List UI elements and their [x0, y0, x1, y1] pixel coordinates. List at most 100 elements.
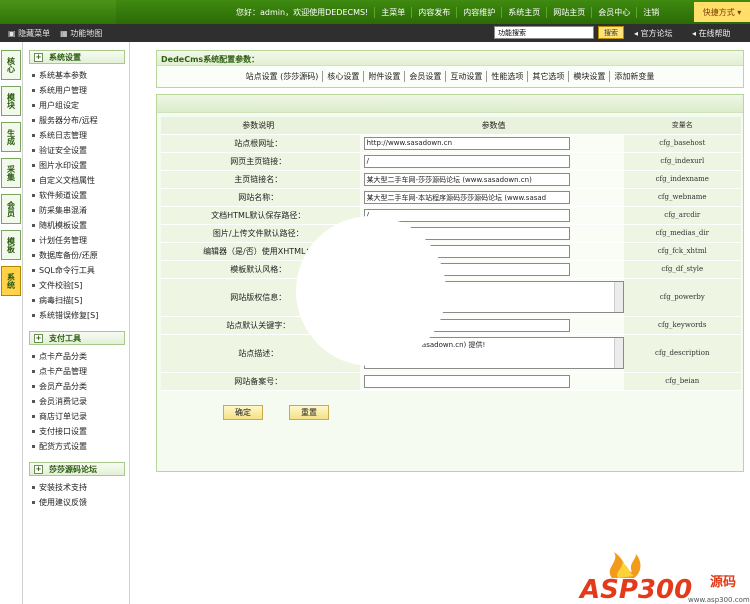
sidebar-item[interactable]: 防采集串混淆 — [23, 203, 129, 218]
expand-icon: + — [34, 52, 43, 62]
sidebar-item-label: 验证安全设置 — [39, 146, 87, 155]
sidebar-item[interactable]: 系统基本参数 — [23, 68, 129, 83]
nav-system-home[interactable]: 系统主页 — [501, 6, 546, 18]
sidebar-item[interactable]: 验证安全设置 — [23, 143, 129, 158]
param-input[interactable]: 某大型二手车网-莎莎源码论坛 (www.sasadown.cn) — [363, 172, 570, 186]
bullet-icon — [32, 370, 35, 373]
bullet-icon — [32, 385, 35, 388]
param-label: 网站名称： — [161, 188, 360, 207]
tab-collect[interactable]: 采集 — [1, 158, 21, 188]
forum-link[interactable]: ◂ 官方论坛 — [634, 28, 673, 39]
watermark-logo: ASP300 源码 www.asp300.com — [574, 548, 750, 604]
config-tab-other[interactable]: 其它选项 — [527, 71, 568, 82]
nav-content-maintain[interactable]: 内容维护 — [456, 6, 501, 18]
search-button[interactable]: 搜索 — [598, 26, 624, 39]
sidebar-item[interactable]: 计划任务管理 — [23, 233, 129, 248]
param-input[interactable] — [363, 374, 570, 388]
scrollbar[interactable] — [613, 338, 623, 368]
bullet-icon — [32, 486, 35, 489]
watermark-suffix: 源码 — [710, 574, 736, 590]
header-value: 参数值 — [359, 117, 624, 135]
tab-core[interactable]: 核心 — [1, 50, 21, 80]
section-payment-tools[interactable]: + 支付工具 — [29, 331, 125, 345]
nav-content-publish[interactable]: 内容发布 — [411, 6, 456, 18]
top-header: 您好：admin，欢迎使用DEDECMS! 主菜单 内容发布 内容维护 系统主页… — [0, 0, 750, 24]
sidebar-item[interactable]: 使用建议反馈 — [23, 495, 129, 510]
reset-button[interactable]: 重置 — [289, 405, 329, 420]
table-row: 模板默认风格： cfg_df_style — [161, 260, 741, 279]
param-variable: cfg_description — [623, 334, 741, 373]
tab-member[interactable]: 会员 — [1, 194, 21, 224]
sidebar-item[interactable]: 商店订单记录 — [23, 409, 129, 424]
config-title: DedeCms系统配置参数： — [157, 51, 743, 66]
config-tab-add-variable[interactable]: 添加新变量 — [609, 71, 658, 82]
tab-template[interactable]: 模板 — [1, 230, 21, 260]
form-buttons: 确定 重置 — [223, 405, 329, 420]
sidebar-item[interactable]: 系统错误修复[S] — [23, 308, 129, 323]
param-value-text: http://www.sasadown.cn — [366, 138, 453, 147]
sidebar-item-label: 用户组设定 — [39, 101, 79, 110]
config-tab-attachment[interactable]: 附件设置 — [363, 71, 404, 82]
param-input[interactable]: 某大型二手车网-本站程序源码莎莎源码论坛 (www.sasad — [363, 190, 570, 204]
tab-modules[interactable]: 模块 — [1, 86, 21, 116]
watermark-text: ASP300 — [578, 575, 692, 604]
config-tab-member[interactable]: 会员设置 — [404, 71, 445, 82]
param-input[interactable]: / — [363, 154, 570, 168]
scrollbar[interactable] — [613, 282, 623, 312]
sidebar-item[interactable]: 随机模板设置 — [23, 218, 129, 233]
sidebar-item[interactable]: 点卡产品管理 — [23, 364, 129, 379]
sidebar-item[interactable]: 用户组设定 — [23, 98, 129, 113]
sidebar-item[interactable]: 系统用户管理 — [23, 83, 129, 98]
sidebar: + 系统设置 系统基本参数 系统用户管理用户组设定服务器分布/远程系统日志管理 验证安… — [22, 42, 130, 604]
function-map-link[interactable]: ▦ 功能地图 — [60, 28, 102, 39]
config-tab-performance[interactable]: 性能选项 — [486, 71, 527, 82]
help-link[interactable]: ◂ 在线帮助 — [692, 28, 731, 39]
search-input[interactable]: 功能搜索 — [494, 26, 594, 39]
nav-member-center[interactable]: 会员中心 — [591, 6, 636, 18]
tab-system[interactable]: 系统 — [1, 266, 21, 296]
section-forum[interactable]: + 莎莎源码论坛 — [29, 462, 125, 476]
sidebar-item[interactable]: SQL命令行工具 — [23, 263, 129, 278]
confirm-button[interactable]: 确定 — [223, 405, 263, 420]
config-tab-modules[interactable]: 模块设置 — [568, 71, 609, 82]
tab-generate[interactable]: 生成 — [1, 122, 21, 152]
sidebar-item[interactable]: 支付接口设置 — [23, 424, 129, 439]
expand-icon: + — [34, 333, 43, 343]
sidebar-item[interactable]: 软件频道设置 — [23, 188, 129, 203]
config-tab-core[interactable]: 核心设置 — [322, 71, 363, 82]
main-content: DedeCms系统配置参数： 站点设置 (莎莎源码) 核心设置 附件设置 会员设… — [130, 42, 750, 604]
sidebar-item-label: 系统日志管理 — [39, 131, 87, 140]
quick-menu-button[interactable]: 快捷方式 ▾ — [694, 2, 750, 22]
bullet-icon — [32, 254, 35, 257]
sidebar-item[interactable]: 点卡产品分类 — [23, 349, 129, 364]
sidebar-item[interactable]: 病毒扫描[S] — [23, 293, 129, 308]
sidebar-item-label: 图片水印设置 — [39, 161, 87, 170]
sidebar-item[interactable]: 配货方式设置 — [23, 439, 129, 454]
param-variable: cfg_beian — [623, 372, 741, 391]
sidebar-item-label: 商店订单记录 — [39, 412, 87, 421]
sidebar-item[interactable]: 服务器分布/远程 — [23, 113, 129, 128]
param-input[interactable]: http://www.sasadown.cn — [363, 136, 570, 150]
nav-main-menu[interactable]: 主菜单 — [374, 6, 411, 18]
sidebar-item-label: 计划任务管理 — [39, 236, 87, 245]
config-tab-interaction[interactable]: 互动设置 — [445, 71, 486, 82]
sidebar-item[interactable]: 会员产品分类 — [23, 379, 129, 394]
bullet-icon — [32, 149, 35, 152]
nav-logout[interactable]: 注销 — [636, 6, 665, 18]
param-value-cell: / — [359, 152, 624, 171]
nav-site-home[interactable]: 网站主页 — [546, 6, 591, 18]
sidebar-item[interactable]: 自定义文档属性 — [23, 173, 129, 188]
hide-menu-link[interactable]: ▣ 隐藏菜单 — [8, 28, 50, 39]
sidebar-item[interactable]: 系统日志管理 — [23, 128, 129, 143]
sidebar-item[interactable]: 数据库备份/还原 — [23, 248, 129, 263]
section-system-settings[interactable]: + 系统设置 — [29, 50, 125, 64]
form-header — [157, 95, 743, 113]
top-nav: 您好：admin，欢迎使用DEDECMS! 主菜单 内容发布 内容维护 系统主页… — [230, 0, 665, 24]
sidebar-item[interactable]: 文件校验[S] — [23, 278, 129, 293]
sidebar-item[interactable]: 会员消费记录 — [23, 394, 129, 409]
sidebar-item[interactable]: 安装技术支持 — [23, 480, 129, 495]
sidebar-item-label: 点卡产品分类 — [39, 352, 87, 361]
sidebar-item[interactable]: 图片水印设置 — [23, 158, 129, 173]
config-tab-site[interactable]: 站点设置 (莎莎源码) — [242, 71, 323, 82]
config-form: 参数说明 参数值 变量名 站点根网址： http://www.sasadown.c… — [156, 94, 744, 472]
